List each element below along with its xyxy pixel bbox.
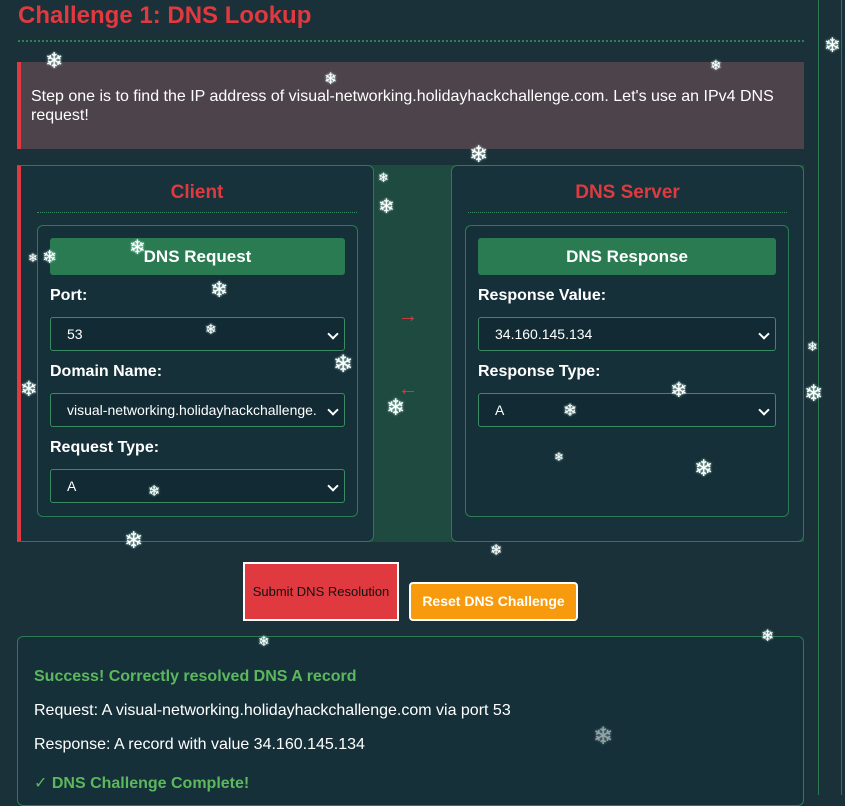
port-label: Port: [50, 287, 88, 304]
request-type-select[interactable]: A [50, 469, 345, 503]
arrow-right-icon: → [398, 305, 418, 327]
chevron-down-icon [327, 328, 339, 340]
chevron-down-icon [758, 328, 770, 340]
chevron-down-icon [327, 480, 339, 492]
dns-server-panel: DNS Server DNS Response Response Value: … [451, 165, 804, 542]
request-type-value: A [67, 478, 77, 494]
response-type-value: A [495, 402, 505, 418]
challenge-complete: ✓ DNS Challenge Complete! [34, 775, 250, 792]
request-summary: Request: A visual-networking.holidayhack… [34, 702, 511, 719]
response-value: 34.160.145.134 [495, 326, 593, 342]
dns-request-card: DNS Request Port: 53 Domain Name: visual… [37, 225, 358, 517]
arrow-left-icon: ← [398, 378, 418, 400]
response-value-select[interactable]: 34.160.145.134 [478, 317, 776, 351]
success-message: Success! Correctly resolved DNS A record [34, 668, 357, 685]
response-value-label: Response Value: [478, 287, 607, 304]
response-type-select[interactable]: A [478, 393, 776, 427]
reset-dns-button[interactable]: Reset DNS Challenge [409, 582, 578, 621]
domain-value: visual-networking.holidayhackchallenge. [67, 402, 317, 418]
client-panel: Client DNS Request Port: 53 Domain Name:… [17, 165, 374, 542]
chevron-down-icon [327, 404, 339, 416]
server-title: DNS Server [575, 182, 680, 203]
client-divider [37, 212, 357, 213]
client-title: Client [170, 182, 224, 203]
instruction-text: Step one is to find the IP address of vi… [31, 88, 774, 124]
challenge-title: Challenge 1: DNS Lookup [18, 2, 312, 29]
snowflake-icon: ❄ [490, 542, 503, 559]
port-value: 53 [67, 326, 83, 342]
request-type-label: Request Type: [50, 439, 160, 456]
snowflake-icon: ❄ [807, 339, 818, 354]
instruction-box: Step one is to find the IP address of vi… [17, 62, 804, 149]
right-rail [818, 0, 842, 795]
response-type-label: Response Type: [478, 363, 601, 380]
dns-response-card: DNS Response Response Value: 34.160.145.… [465, 225, 789, 517]
server-divider [468, 212, 787, 213]
domain-select[interactable]: visual-networking.holidayhackchallenge. [50, 393, 345, 427]
chevron-down-icon [758, 404, 770, 416]
submit-dns-button[interactable]: Submit DNS Resolution [243, 562, 399, 621]
dns-response-header: DNS Response [478, 238, 776, 275]
response-summary: Response: A record with value 34.160.145… [34, 736, 365, 753]
port-select[interactable]: 53 [50, 317, 345, 351]
dns-request-header: DNS Request [50, 238, 345, 275]
result-panel: Success! Correctly resolved DNS A record… [17, 636, 804, 806]
domain-label: Domain Name: [50, 363, 163, 380]
title-divider [18, 40, 804, 42]
